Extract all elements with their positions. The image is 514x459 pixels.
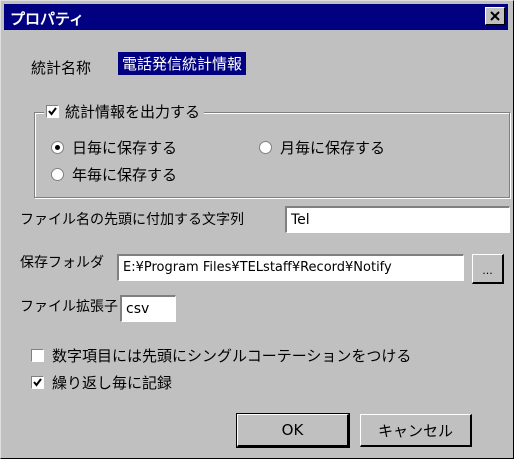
cancel-button-label: キャンセル <box>377 421 453 440</box>
filename-prefix-label: ファイル名の先頭に付加する文字列 <box>20 212 244 228</box>
ok-button-label: OK <box>281 421 304 439</box>
properties-dialog: プロパティ 統計名称 電話発信統計情報 統計情報を出力する 日毎に保存する 月毎… <box>0 0 514 459</box>
option-single-quote[interactable]: 数字項目には先頭にシングルコーテーションをつける <box>31 345 411 366</box>
browse-button-label: ... <box>482 264 493 277</box>
single-quote-label: 数字項目には先頭にシングルコーテーションをつける <box>52 347 412 365</box>
output-group-legend[interactable]: 統計情報を出力する <box>44 101 205 121</box>
radio-monthly-label: 月毎に保存する <box>280 139 386 157</box>
close-button[interactable] <box>485 7 505 25</box>
stat-name-value[interactable]: 電話発信統計情報 <box>118 52 247 75</box>
radio-daily-button[interactable] <box>51 141 64 154</box>
record-each-label: 繰り返し毎に記録 <box>52 374 173 392</box>
radio-daily[interactable]: 日毎に保存する <box>51 137 177 158</box>
radio-monthly-button[interactable] <box>259 141 272 154</box>
output-checkbox-label: 統計情報を出力する <box>65 102 201 121</box>
radio-yearly-button[interactable] <box>51 168 64 181</box>
ok-button[interactable]: OK <box>236 413 350 448</box>
radio-yearly-label: 年毎に保存する <box>72 166 178 184</box>
radio-monthly[interactable]: 月毎に保存する <box>259 137 385 158</box>
close-icon <box>490 11 500 21</box>
check-icon <box>48 106 57 116</box>
option-record-each[interactable]: 繰り返し毎に記録 <box>31 372 172 393</box>
single-quote-checkbox[interactable] <box>31 349 44 362</box>
radio-daily-label: 日毎に保存する <box>72 139 178 157</box>
title-bar[interactable]: プロパティ <box>4 4 508 30</box>
record-each-checkbox[interactable] <box>31 376 44 389</box>
output-checkbox[interactable] <box>46 104 59 118</box>
stat-name-label: 統計名称 <box>31 59 92 77</box>
save-folder-input[interactable]: E:¥Program Files¥TELstaff¥Record¥Notify <box>117 254 464 281</box>
filename-prefix-input[interactable]: Tel <box>285 206 510 233</box>
check-icon <box>33 378 42 387</box>
browse-button[interactable]: ... <box>472 254 504 284</box>
cancel-button[interactable]: キャンセル <box>360 414 472 447</box>
radio-yearly[interactable]: 年毎に保存する <box>51 164 177 185</box>
file-ext-label: ファイル拡張子 <box>20 299 118 315</box>
file-ext-input[interactable]: csv <box>120 295 176 322</box>
save-folder-label: 保存フォルダ <box>20 255 104 271</box>
window-title: プロパティ <box>10 10 85 28</box>
